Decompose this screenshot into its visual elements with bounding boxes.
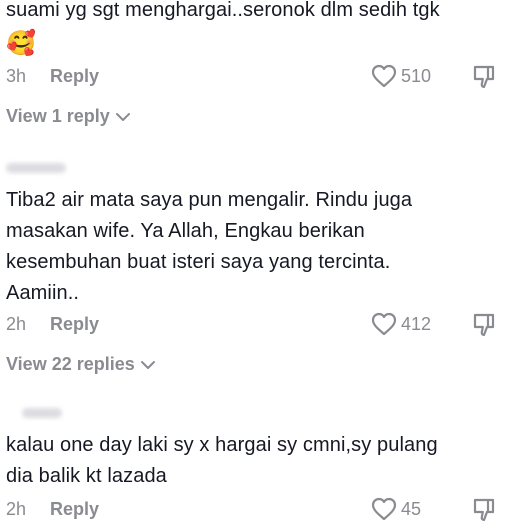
comment-timestamp: 3h xyxy=(6,66,27,86)
heart-outline-icon[interactable] xyxy=(371,312,397,336)
heart-outline-icon[interactable] xyxy=(371,497,397,521)
comment-text-line: dia balik kt lazada xyxy=(6,465,167,487)
thumbs-down-icon[interactable] xyxy=(472,64,496,90)
comment-text-line: masakan wife. Ya Allah, Engkau berikan xyxy=(6,220,365,242)
username[interactable] xyxy=(22,408,62,418)
emoji: 🥰 xyxy=(6,30,36,57)
view-replies-label: View 1 reply xyxy=(6,106,110,126)
like-count: 510 xyxy=(401,66,432,86)
username[interactable] xyxy=(6,163,66,173)
comment-text-line: Tiba2 air mata saya pun mengalir. Rindu … xyxy=(6,189,413,211)
reply-button[interactable]: Reply xyxy=(50,499,99,520)
like-count: 412 xyxy=(401,314,432,334)
thumbs-down-icon[interactable] xyxy=(472,497,496,523)
comment-text-line: Aamiin.. xyxy=(6,282,80,304)
view-replies-button[interactable]: View 1 reply xyxy=(6,106,131,127)
chevron-down-icon xyxy=(140,360,156,370)
comment-timestamp: 2h xyxy=(6,314,27,334)
view-replies-label: View 22 replies xyxy=(6,354,135,374)
view-replies-button[interactable]: View 22 replies xyxy=(6,354,156,375)
chevron-down-icon xyxy=(115,112,131,122)
thumbs-down-icon[interactable] xyxy=(472,312,496,338)
comment-timestamp: 2h xyxy=(6,499,27,519)
comment-text-line: kalau one day laki sy x hargai sy cmni,s… xyxy=(6,434,438,456)
comment-text-line: kesembuhan buat isteri saya yang tercint… xyxy=(6,251,391,273)
comment-text-line: suami yg sgt menghargai..seronok dlm sed… xyxy=(6,0,440,21)
like-count: 45 xyxy=(401,499,422,519)
reply-button[interactable]: Reply xyxy=(50,314,99,335)
heart-outline-icon[interactable] xyxy=(371,64,397,88)
reply-button[interactable]: Reply xyxy=(50,66,99,87)
